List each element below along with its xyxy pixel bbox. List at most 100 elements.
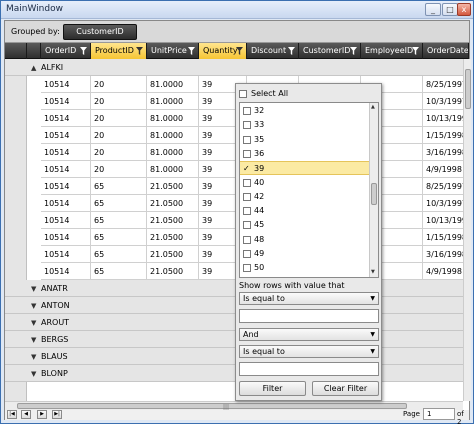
expand-arrow-icon[interactable]: ▼ — [31, 353, 36, 361]
checkbox-icon[interactable] — [243, 235, 251, 244]
cell-order: 10514 — [41, 229, 91, 246]
logic-value: And — [243, 330, 259, 339]
value-item[interactable]: 50 — [240, 261, 370, 275]
value-label: 49 — [254, 249, 265, 258]
operator-select-2[interactable]: Is equal to ▼ — [239, 345, 379, 358]
checkbox-icon[interactable] — [243, 250, 251, 258]
scroll-thumb[interactable] — [465, 69, 471, 109]
cell-price: 21.0500 — [147, 195, 199, 212]
next-page-icon[interactable]: ▶ — [37, 410, 47, 419]
header-orderid[interactable]: OrderID — [41, 43, 91, 59]
scroll-thumb[interactable]: ||| — [17, 403, 407, 411]
value-item[interactable]: 49 — [240, 247, 370, 261]
scroll-down-icon[interactable]: ▼ — [371, 269, 375, 275]
header-quantity[interactable]: Quantity — [199, 43, 247, 59]
cell-price: 81.0000 — [147, 76, 199, 93]
horizontal-scrollbar[interactable]: ||| — [5, 401, 463, 411]
cell-product: 20 — [91, 76, 147, 93]
expand-arrow-icon[interactable]: ▼ — [31, 370, 36, 378]
distinct-values-list[interactable]: 32 33 35 36 ✓ 39 40 42 44 45 48 49 50 ▲ ▼ — [239, 102, 379, 278]
header-orderdate[interactable]: OrderDate — [423, 43, 469, 59]
scroll-up-icon[interactable]: ▲ — [371, 104, 375, 110]
group-row-expanded[interactable]: ▲ ALFKI — [5, 59, 463, 76]
checkbox-icon[interactable] — [243, 135, 251, 144]
group-row[interactable]: ▼ BLAUS — [5, 348, 463, 365]
cell-product: 20 — [91, 93, 147, 110]
cell-order: 10514 — [41, 263, 91, 280]
checkbox-icon[interactable] — [243, 107, 251, 115]
prev-page-icon[interactable]: ◀ — [21, 410, 31, 419]
checkbox-icon[interactable] — [243, 221, 251, 230]
filter-value-input-1[interactable] — [239, 309, 379, 323]
cell-date: 8/25/1997 — [423, 76, 463, 93]
group-row[interactable]: ▼ AROUT — [5, 314, 463, 331]
header-employeeid[interactable]: EmployeeID — [361, 43, 423, 59]
logic-select[interactable]: And ▼ — [239, 328, 379, 341]
value-item[interactable]: 35 — [240, 133, 370, 147]
cell-order: 10514 — [41, 110, 91, 127]
checkmark-icon[interactable]: ✓ — [243, 162, 250, 176]
group-row[interactable]: ▼ ANATR — [5, 280, 463, 297]
funnel-icon[interactable] — [412, 47, 419, 55]
vertical-scrollbar[interactable] — [463, 59, 471, 401]
funnel-icon[interactable] — [136, 47, 143, 55]
cell-price: 21.0500 — [147, 212, 199, 229]
value-label: 45 — [254, 220, 265, 230]
funnel-icon[interactable] — [80, 47, 87, 55]
checkbox-icon[interactable] — [243, 192, 251, 201]
header-unitprice[interactable]: UnitPrice — [147, 43, 199, 59]
header-productid[interactable]: ProductID — [91, 43, 147, 59]
checkbox-icon[interactable] — [243, 207, 251, 216]
group-chip-customerid[interactable]: CustomerID — [63, 24, 137, 40]
list-scrollbar[interactable]: ▲ ▼ — [369, 103, 378, 277]
group-name: BLAUS — [41, 352, 68, 361]
header-discount[interactable]: Discount — [247, 43, 299, 59]
checkbox-icon[interactable] — [243, 149, 251, 158]
select-all-checkbox[interactable]: Select All — [239, 88, 288, 100]
checkbox-icon[interactable] — [243, 178, 251, 187]
dropdown-arrow-icon: ▼ — [370, 331, 375, 338]
value-item[interactable]: 40 — [240, 176, 370, 190]
header-customerid[interactable]: CustomerID — [299, 43, 361, 59]
filter-value-input-2[interactable] — [239, 362, 379, 376]
expand-arrow-icon[interactable]: ▼ — [31, 336, 36, 344]
value-item[interactable]: 33 — [240, 118, 370, 132]
value-item[interactable]: 36 — [240, 147, 370, 161]
funnel-icon[interactable] — [350, 47, 357, 55]
maximize-button[interactable]: □ — [442, 3, 458, 16]
close-button[interactable]: x — [457, 3, 471, 16]
expand-arrow-icon[interactable]: ▼ — [31, 285, 36, 293]
checkbox-icon[interactable] — [243, 264, 251, 273]
page-input[interactable]: 1 — [423, 408, 455, 420]
value-item[interactable]: 48 — [240, 233, 370, 247]
cell-date: 3/16/1998 — [423, 246, 463, 263]
checkbox-icon[interactable] — [243, 121, 251, 130]
value-item[interactable]: 45 — [240, 218, 370, 232]
group-row[interactable]: ▼ BLONP — [5, 365, 463, 382]
cell-date: 8/25/1997 — [423, 178, 463, 195]
value-item[interactable]: 44 — [240, 204, 370, 218]
cell-product: 65 — [91, 178, 147, 195]
expand-arrow-icon[interactable]: ▼ — [31, 302, 36, 310]
funnel-icon[interactable] — [236, 47, 243, 55]
dropdown-arrow-icon: ▼ — [370, 295, 375, 302]
window-title: MainWindow — [6, 4, 63, 14]
value-item[interactable]: 32 — [240, 104, 370, 118]
last-page-icon[interactable]: ▶| — [52, 410, 62, 419]
group-row[interactable]: ▼ BERGS — [5, 331, 463, 348]
first-page-icon[interactable]: |◀ — [7, 410, 17, 419]
filter-button[interactable]: Filter — [239, 381, 306, 396]
funnel-icon[interactable] — [188, 47, 195, 55]
expand-arrow-icon[interactable]: ▼ — [31, 319, 36, 327]
value-item[interactable]: ✓ 39 — [240, 161, 370, 176]
cell-date: 4/9/1998 — [423, 161, 463, 178]
collapse-arrow-icon[interactable]: ▲ — [31, 64, 36, 72]
minimize-button[interactable]: _ — [425, 3, 441, 16]
value-item[interactable]: 42 — [240, 190, 370, 204]
operator-select-1[interactable]: Is equal to ▼ — [239, 292, 379, 305]
cell-price: 81.0000 — [147, 93, 199, 110]
funnel-icon[interactable] — [288, 47, 295, 55]
group-row[interactable]: ▼ ANTON — [5, 297, 463, 314]
scroll-thumb[interactable] — [371, 183, 377, 205]
clear-filter-button[interactable]: Clear Filter — [312, 381, 379, 396]
